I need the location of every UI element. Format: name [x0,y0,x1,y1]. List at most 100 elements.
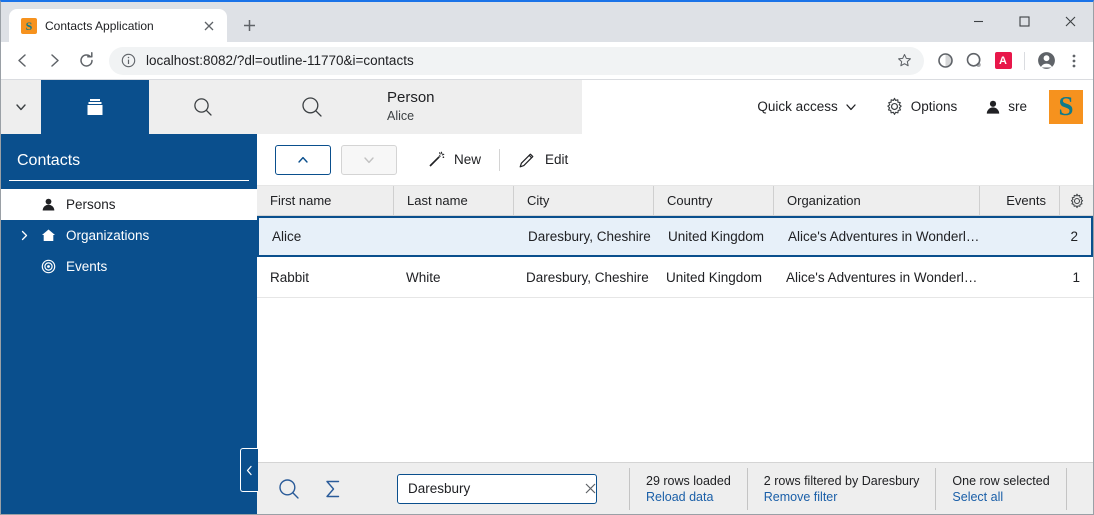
filter-input[interactable] [408,481,585,496]
column-header-first-name[interactable]: First name [257,186,393,215]
chevron-down-icon [845,101,857,113]
application-body: Contacts Persons Organizations Events Pe… [1,80,1093,514]
new-label: New [454,152,482,167]
grid-header-row: First name Last name City Country Organi… [257,186,1093,216]
column-header-events[interactable]: Events [979,186,1059,215]
sidebar-item-events[interactable]: Events [1,251,257,282]
navigate-down-button[interactable] [341,144,397,175]
table-row[interactable]: Rabbit White Daresbury, Cheshire United … [257,257,1093,298]
remove-filter-link[interactable]: Remove filter [764,490,920,504]
header-entity-info: Person Alice [367,80,582,134]
sidebar-item-label: Organizations [66,228,150,243]
new-button[interactable]: New [413,144,495,176]
address-bar-url: localhost:8082/?dl=outline-11770&i=conta… [146,53,414,68]
reload-icon[interactable] [71,46,101,76]
back-arrow-icon[interactable] [7,46,37,76]
options-button[interactable]: Options [871,80,972,134]
clear-x-icon[interactable] [585,479,596,499]
reload-data-link[interactable]: Reload data [646,490,731,504]
archive-box-icon [84,96,106,118]
header-search-button[interactable] [257,80,367,134]
new-tab-button[interactable] [235,11,263,39]
three-dot-menu-icon[interactable] [1061,48,1087,74]
tab-favicon-icon: S [21,17,37,34]
status-text: 2 rows filtered by Daresbury [763,473,920,488]
extension-icon-1[interactable] [932,48,958,74]
window-controls [955,2,1093,40]
edit-label: Edit [545,152,569,167]
filter-input-box[interactable] [397,473,597,504]
quick-access-button[interactable]: Quick access [743,80,870,134]
options-label: Options [910,99,958,114]
cell-country: United Kingdom [668,229,765,244]
toolbar-separator [1024,51,1025,70]
sidebar-divider [9,180,249,181]
main-content: Person Alice Quick access Options sre S … [257,80,1093,514]
window-close-button[interactable] [1047,2,1093,40]
edit-button[interactable]: Edit [504,144,582,176]
action-toolbar: New Edit [257,134,1093,186]
status-group-rows-loaded: 29 rows loaded Reload data [629,467,747,510]
app-header: Person Alice Quick access Options sre S [257,80,1093,134]
data-grid: First name Last name City Country Organi… [257,186,1093,462]
chevron-up-icon [296,153,310,167]
cell-organization: Alice's Adventures in Wonderl… [786,269,978,285]
entity-name-label: Alice [387,108,415,123]
extension-icon-3[interactable]: A [990,48,1016,74]
sidebar-title: Contacts [17,152,81,169]
status-text: 29 rows loaded [646,473,731,488]
cell-city: Daresbury, Cheshire [528,229,651,244]
sidebar-tab-archive[interactable] [41,80,149,134]
status-group-selection: One row selected Select all [935,467,1067,510]
sigma-sum-icon [322,478,344,500]
forward-arrow-icon[interactable] [39,46,69,76]
sidebar-item-organizations[interactable]: Organizations [1,220,257,251]
window-minimize-button[interactable] [955,2,1001,40]
navigate-up-button[interactable] [275,144,331,175]
status-groups: 29 rows loaded Reload data 2 rows filter… [629,467,1067,510]
chevron-right-icon[interactable] [17,230,31,241]
cell-organization: Alice's Adventures in Wonderl… [788,229,980,244]
tab-close-icon[interactable] [199,16,219,36]
sidebar: Contacts Persons Organizations Events [1,80,258,514]
tab-title: Contacts Application [45,18,154,33]
browser-window: S Contacts Application localhost:8082/?d… [0,0,1094,515]
profile-avatar-icon[interactable] [1033,48,1059,74]
app-logo: S [1049,89,1083,124]
extension-icon-2[interactable] [961,48,987,74]
search-icon [277,477,301,501]
header-actions: Quick access Options sre S [743,80,1093,134]
sidebar-collapse-handle[interactable] [240,448,258,492]
status-sum-button[interactable] [311,467,355,511]
person-icon [985,99,1001,115]
pencil-icon [518,151,536,169]
chevron-down-icon [362,153,376,167]
user-account-button[interactable]: sre [971,80,1041,134]
grid-settings-gear-icon[interactable] [1059,186,1093,215]
table-row[interactable]: Alice Daresbury, Cheshire United Kingdom… [257,216,1093,257]
column-header-last-name[interactable]: Last name [393,186,513,215]
browser-tab[interactable]: S Contacts Application [9,9,227,42]
select-all-link[interactable]: Select all [952,490,1049,504]
window-maximize-button[interactable] [1001,2,1047,40]
sidebar-item-label: Events [66,259,108,274]
column-header-country[interactable]: Country [653,186,773,215]
gear-icon [885,97,904,116]
grid-body: Alice Daresbury, Cheshire United Kingdom… [257,216,1093,462]
sidebar-item-persons[interactable]: Persons [1,189,257,220]
target-icon [40,259,57,274]
site-info-icon[interactable] [121,53,136,68]
home-icon [40,228,57,243]
quick-access-label: Quick access [757,99,838,114]
address-bar[interactable]: localhost:8082/?dl=outline-11770&i=conta… [109,46,924,75]
toolbar-divider [499,148,501,171]
bookmark-star-icon[interactable] [892,49,916,73]
sidebar-tab-search[interactable] [149,80,257,134]
status-search-button[interactable] [267,467,311,511]
column-header-city[interactable]: City [513,186,653,215]
sidebar-collapse-chevron-down-icon[interactable] [1,80,41,134]
chevron-left-icon [245,465,254,476]
column-header-organization[interactable]: Organization [773,186,979,215]
status-text: One row selected [952,473,1050,488]
cell-first-name: Rabbit [270,269,310,285]
